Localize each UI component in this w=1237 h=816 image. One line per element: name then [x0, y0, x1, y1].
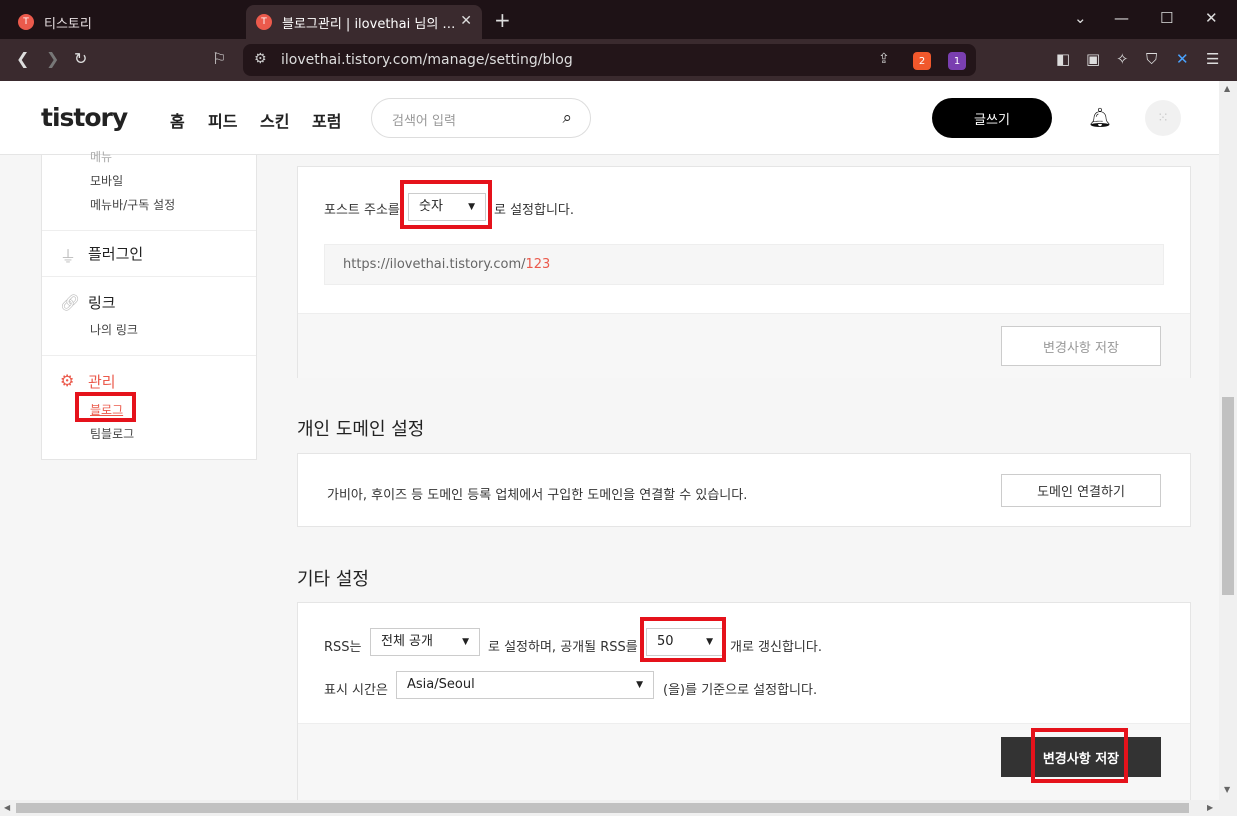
avatar[interactable]: ⁙ [1145, 100, 1181, 136]
post-url-example-text: https://ilovethai.tistory.com/123 [343, 257, 550, 272]
post-url-example: https://ilovethai.tistory.com/123 [324, 244, 1164, 285]
other-section-title: 기타 설정 [297, 569, 369, 590]
caret-down-icon: ▼ [636, 680, 643, 690]
rss-suffix: 개로 갱신합니다. [730, 640, 822, 655]
tab-label: 티스토리 [44, 16, 92, 32]
link-icon: 🔗︎ [60, 293, 81, 312]
post-address-save-button[interactable]: 변경사항 저장 [1001, 326, 1161, 366]
menu-hamburger-icon[interactable]: ☰ [1206, 50, 1219, 68]
sidebar-item-plugin[interactable]: 플러그인 [88, 243, 143, 264]
sidebar-item-menubar[interactable]: 메뉴바/구독 설정 [90, 196, 175, 213]
example-url: https://ilovethai.tistory.com/ [343, 257, 526, 272]
vertical-scrollbar[interactable]: ▲ ▼ [1219, 81, 1237, 800]
connect-domain-button[interactable]: 도메인 연결하기 [1001, 474, 1161, 507]
brave-shields-icon[interactable]: 2 [913, 52, 931, 70]
highlight-box-select [400, 180, 492, 229]
sidebar-item-my-link[interactable]: 나의 링크 [90, 321, 138, 338]
highlight-box-blog [75, 392, 136, 422]
scroll-down-icon[interactable]: ▼ [1224, 785, 1230, 794]
nav-forum[interactable]: 포럼 [312, 108, 341, 132]
brave-rewards-icon[interactable]: 1 [948, 52, 966, 70]
url-text: ilovethai.tistory.com/manage/setting/blo… [281, 52, 573, 68]
rss-visibility-selected: 전체 공개 [381, 634, 433, 649]
timezone-selected: Asia/Seoul [407, 677, 475, 692]
sidebar-item-link[interactable]: 링크 [88, 292, 116, 313]
search-placeholder: 검색어 입력 [392, 114, 456, 129]
forward-icon[interactable]: ❯ [46, 49, 59, 68]
notification-bell-icon[interactable]: 🔔︎ [1088, 106, 1112, 129]
time-suffix: (을)를 기준으로 설정합니다. [663, 683, 818, 698]
minimize-icon[interactable]: — [1114, 9, 1129, 27]
search-icon[interactable]: ⌕ [562, 108, 572, 128]
extension-icon[interactable]: ✕ [1176, 50, 1189, 68]
divider [42, 276, 256, 277]
nav-feed[interactable]: 피드 [208, 108, 237, 132]
share-icon[interactable]: ⇪ [878, 51, 890, 67]
post-address-suffix: 로 설정합니다. [494, 203, 575, 218]
card-footer: 변경사항 저장 [298, 313, 1190, 378]
highlight-box-save [1031, 728, 1128, 783]
tab-list-chevron-down-icon[interactable]: ⌄ [1074, 9, 1087, 27]
vpn-shield-icon[interactable]: ⛉ [1146, 50, 1157, 68]
tistory-favicon-icon: T [18, 14, 34, 30]
tab-blog-manage[interactable]: T 블로그관리 | ilovethai 님의 블로그 ✕ [246, 5, 482, 39]
rss-prefix: RSS는 [324, 640, 362, 655]
rss-mid: 로 설정하며, 공개될 RSS를 [488, 640, 638, 655]
manage-sidebar: 메뉴 모바일 메뉴바/구독 설정 ⏚ 플러그인 🔗︎ 링크 나의 링크 ⚙ 관리… [41, 150, 257, 460]
maximize-icon[interactable]: ☐ [1160, 9, 1173, 27]
timezone-select[interactable]: Asia/Seoul ▼ [396, 671, 654, 699]
gear-icon: ⚙ [60, 371, 75, 390]
site-settings-icon[interactable]: ⚙ [254, 51, 267, 67]
vertical-scroll-thumb[interactable] [1222, 397, 1234, 595]
new-tab-icon[interactable]: + [494, 8, 511, 32]
nav-home[interactable]: 홈 [170, 108, 185, 132]
plugin-icon: ⏚ [60, 247, 77, 266]
tab-close-icon[interactable]: ✕ [460, 13, 472, 29]
alert-badge: 1 [953, 55, 961, 67]
tistory-favicon-icon: T [256, 14, 272, 30]
leo-ai-icon[interactable]: ✧ [1116, 50, 1129, 68]
divider [42, 230, 256, 231]
sidebar-item-menu-cut[interactable]: 메뉴 [90, 148, 112, 165]
page-viewport: tistory 홈 피드 스킨 포럼 검색어 입력 ⌕ 글쓰기 🔔︎ ⁙ 메뉴 … [0, 81, 1219, 800]
tab-label: 블로그관리 | ilovethai 님의 블로그 [282, 16, 462, 32]
domain-section-title: 개인 도메인 설정 [297, 419, 425, 440]
sidebar-toggle-icon[interactable]: ◧ [1056, 50, 1070, 68]
scroll-left-icon[interactable]: ◀ [4, 803, 10, 812]
brave-badge: 2 [918, 55, 926, 67]
sidebar-item-manage[interactable]: 관리 [88, 371, 116, 392]
write-button[interactable]: 글쓰기 [932, 98, 1052, 138]
back-icon[interactable]: ❮ [16, 49, 29, 68]
sidebar-item-team-blog[interactable]: 팀블로그 [90, 425, 134, 442]
horizontal-scrollbar[interactable]: ◀ ▶ [0, 800, 1237, 816]
address-bar[interactable]: ⚙ ilovethai.tistory.com/manage/setting/b… [243, 44, 976, 76]
wallet-icon[interactable]: ▣ [1086, 50, 1100, 68]
reload-icon[interactable]: ↻ [74, 49, 87, 68]
close-window-icon[interactable]: ✕ [1205, 9, 1218, 27]
post-address-prefix: 포스트 주소를 [324, 203, 400, 218]
site-header: tistory 홈 피드 스킨 포럼 검색어 입력 ⌕ 글쓰기 🔔︎ ⁙ [0, 81, 1219, 155]
scroll-right-icon[interactable]: ▶ [1207, 803, 1213, 812]
caret-down-icon: ▼ [462, 637, 469, 647]
bookmark-icon[interactable]: ⚐ [212, 49, 226, 68]
horizontal-scroll-thumb[interactable] [16, 803, 1189, 813]
browser-tabbar: T 티스토리 T 블로그관리 | ilovethai 님의 블로그 ✕ + ⌄ … [0, 0, 1237, 39]
time-prefix: 표시 시간은 [324, 683, 388, 698]
tab-tistory[interactable]: T 티스토리 [8, 5, 238, 39]
search-input[interactable]: 검색어 입력 ⌕ [371, 98, 591, 138]
sidebar-item-mobile[interactable]: 모바일 [90, 172, 123, 189]
highlight-box-rss [640, 617, 726, 662]
tistory-logo[interactable]: tistory [41, 103, 128, 132]
example-num: 123 [525, 257, 551, 272]
divider [42, 355, 256, 356]
scroll-up-icon[interactable]: ▲ [1224, 84, 1230, 93]
nav-skin[interactable]: 스킨 [260, 108, 289, 132]
domain-description: 가비아, 후이즈 등 도메인 등록 업체에서 구입한 도메인을 연결할 수 있습… [327, 488, 748, 503]
domain-card: 가비아, 후이즈 등 도메인 등록 업체에서 구입한 도메인을 연결할 수 있습… [297, 453, 1191, 527]
browser-toolbar: ❮ ❯ ↻ ⚐ ⚙ ilovethai.tistory.com/manage/s… [0, 39, 1237, 81]
rss-visibility-select[interactable]: 전체 공개 ▼ [370, 628, 480, 656]
